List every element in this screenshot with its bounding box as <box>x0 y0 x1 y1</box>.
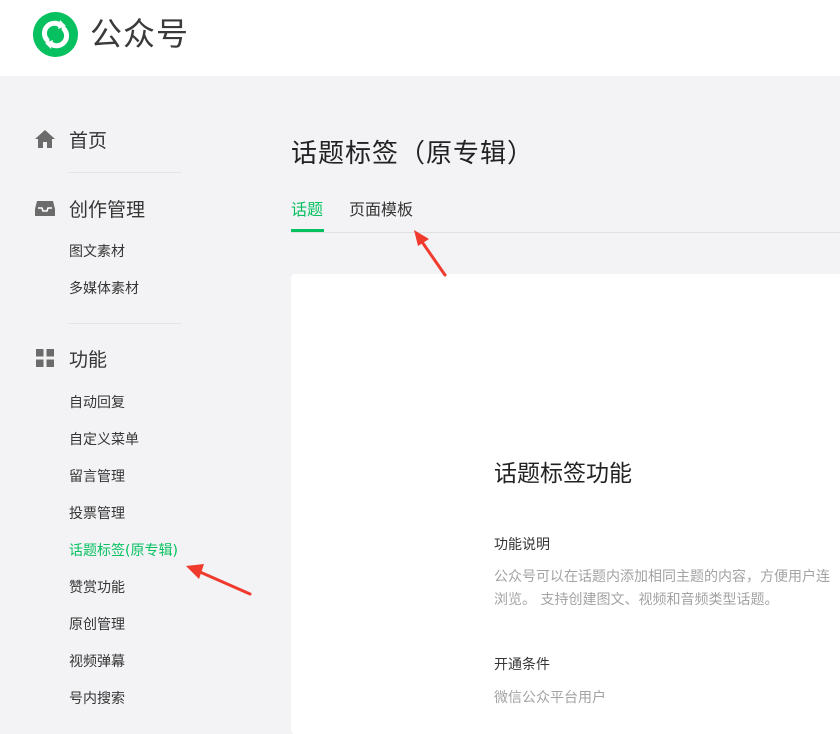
activation-condition-text: 微信公众平台用户 <box>494 690 606 706</box>
card-heading: 话题标签功能 <box>494 461 632 487</box>
sidebar-divider <box>69 172 181 173</box>
top-bar: 公众号 <box>0 0 840 76</box>
wechat-official-logo-icon[interactable] <box>33 12 78 57</box>
grid-icon <box>36 349 54 367</box>
feature-description-line: 公众号可以在话题内添加相同主题的内容，方便用户连 <box>494 569 830 585</box>
sidebar: 首页 创作管理 图文素材 多媒体素材 功能 自动回复 自定义菜单 留言管理 投票… <box>0 76 240 719</box>
sidebar-item-custom-menu[interactable]: 自定义菜单 <box>69 430 139 450</box>
sidebar-item-topic-tags[interactable]: 话题标签(原专辑) <box>69 541 178 561</box>
annotation-arrow-icon <box>414 230 447 277</box>
tab-topics[interactable]: 话题 <box>291 199 323 221</box>
sidebar-item-video-danmaku[interactable]: 视频弹幕 <box>69 652 125 672</box>
page-title: 话题标签（原专辑） <box>291 139 535 169</box>
sidebar-item-reward[interactable]: 赞赏功能 <box>69 578 125 598</box>
sidebar-item-media-material[interactable]: 多媒体素材 <box>69 279 139 299</box>
feature-description-line: 浏览。 支持创建图文、视频和音频类型话题。 <box>494 592 779 608</box>
tab-bar: 话题 页面模板 <box>291 196 840 233</box>
feature-description-label: 功能说明 <box>494 537 550 553</box>
tab-page-template[interactable]: 页面模板 <box>349 199 413 221</box>
sidebar-item-vote-management[interactable]: 投票管理 <box>69 504 125 524</box>
active-tab-indicator <box>291 229 324 232</box>
sidebar-section-label: 创作管理 <box>69 198 146 221</box>
sidebar-item-auto-reply[interactable]: 自动回复 <box>69 393 125 413</box>
sidebar-item-comment-management[interactable]: 留言管理 <box>69 467 125 487</box>
sidebar-section-label: 首页 <box>69 129 108 152</box>
annotation-arrow-icon <box>186 564 252 596</box>
sidebar-item-original-management[interactable]: 原创管理 <box>69 615 125 635</box>
sidebar-section-label: 功能 <box>69 348 108 371</box>
sidebar-section-create[interactable]: 创作管理 <box>34 193 145 223</box>
sidebar-item-graphic-material[interactable]: 图文素材 <box>69 242 125 262</box>
sidebar-item-account-search[interactable]: 号内搜索 <box>69 689 125 709</box>
home-icon <box>35 130 55 148</box>
inbox-icon <box>35 201 55 216</box>
sidebar-item-home[interactable]: 首页 <box>34 124 107 154</box>
sidebar-section-features[interactable]: 功能 <box>34 343 107 373</box>
brand-name: 公众号 <box>90 15 190 53</box>
feature-intro-card: 话题标签功能 功能说明 公众号可以在话题内添加相同主题的内容，方便用户连 浏览。… <box>291 274 840 734</box>
activation-condition-label: 开通条件 <box>494 657 550 673</box>
sidebar-divider <box>69 323 181 324</box>
